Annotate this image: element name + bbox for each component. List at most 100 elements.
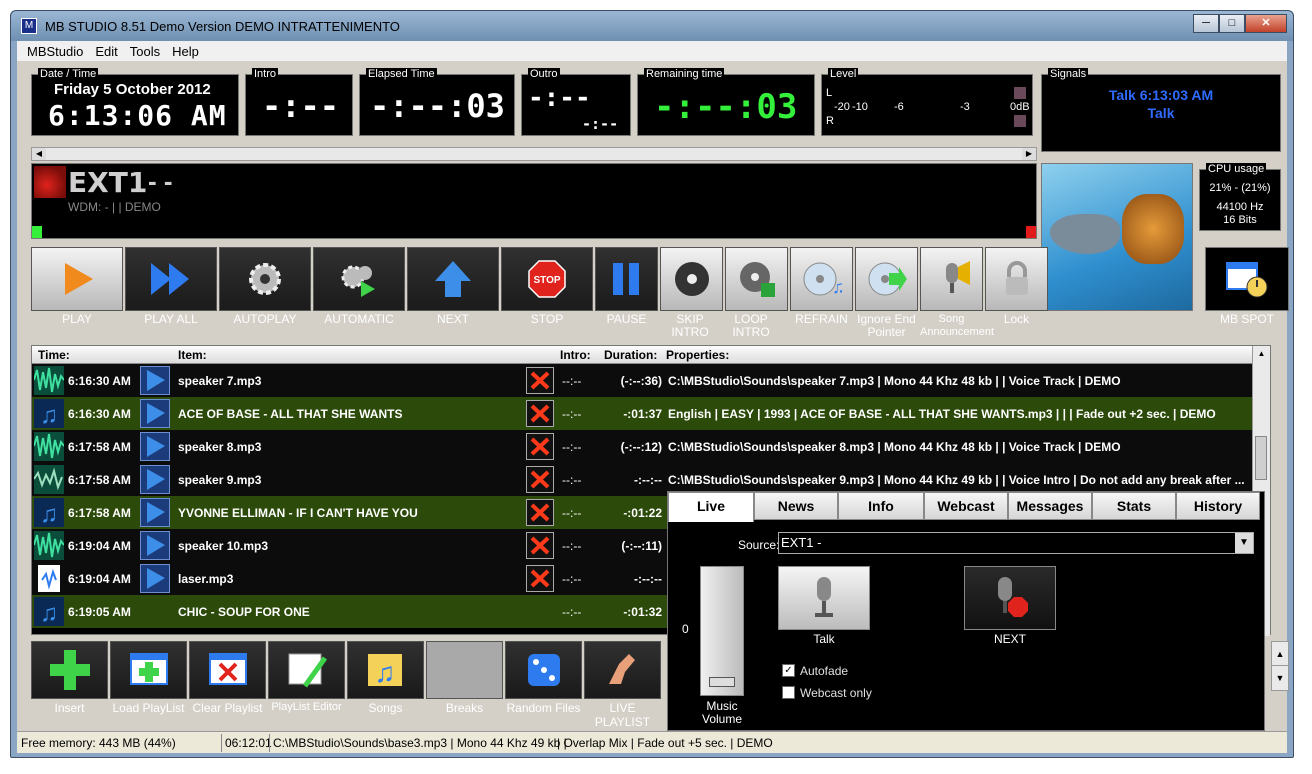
lock-button[interactable]: [985, 247, 1048, 311]
status-time: 06:12:01: [225, 736, 272, 750]
automatic-button[interactable]: [313, 247, 405, 311]
tab-news[interactable]: News: [754, 492, 838, 520]
songs-label: Songs: [368, 701, 403, 715]
next-button[interactable]: [407, 247, 499, 311]
row-play-icon[interactable]: [140, 564, 170, 593]
minimize-button[interactable]: ─: [1193, 14, 1219, 33]
song-announcement-button[interactable]: [920, 247, 983, 311]
svg-text:♫: ♫: [832, 277, 842, 297]
header-item[interactable]: Item:: [178, 348, 207, 362]
tab-info[interactable]: Info: [838, 492, 924, 520]
mb-spot-label: MB SPOT: [1219, 312, 1274, 326]
stop-button[interactable]: STOP: [501, 247, 593, 311]
menu-tools[interactable]: Tools: [124, 41, 166, 61]
play-all-button[interactable]: [125, 247, 217, 311]
table-row[interactable]: ♫ 6:16:30 AM ACE OF BASE - ALL THAT SHE WA…: [32, 397, 1254, 430]
row-play-icon[interactable]: [140, 432, 170, 461]
skip-intro-button[interactable]: [660, 247, 723, 311]
elapsed-display: -:--:03: [370, 87, 505, 125]
talk-button[interactable]: [778, 566, 870, 630]
title-bar[interactable]: M MB STUDIO 8.51 Demo Version DEMO INTRA…: [11, 11, 1293, 41]
row-play-icon[interactable]: [140, 498, 170, 527]
scroll-up-arrow[interactable]: ▲: [1253, 346, 1270, 362]
menu-edit[interactable]: Edit: [89, 41, 123, 61]
cpu-usage: 21% - (21%): [1209, 182, 1271, 194]
pause-button[interactable]: [595, 247, 658, 311]
maximize-button[interactable]: □: [1219, 14, 1245, 33]
tab-live[interactable]: Live: [668, 492, 754, 522]
next-label: NEXT: [436, 312, 469, 326]
table-row[interactable]: 6:16:30 AM speaker 7.mp3 --:-- (-:--:36) C:\…: [32, 364, 1254, 397]
row-delete-icon[interactable]: [526, 499, 554, 526]
tab-messages[interactable]: Messages: [1008, 492, 1092, 520]
menu-help[interactable]: Help: [166, 41, 205, 61]
breaks-button[interactable]: [426, 641, 503, 699]
status-file: C:\MBStudio\Sounds\base3.mp3 | Mono 44 K…: [273, 736, 567, 750]
elapsed-label: Elapsed Time: [366, 68, 437, 80]
scroll-down-arrow[interactable]: ▼: [1272, 666, 1288, 690]
ignore-end-pointer-button[interactable]: [855, 247, 918, 311]
row-duration: (-:--:36): [620, 374, 662, 388]
scroll-up-arrow[interactable]: ▲: [1272, 642, 1288, 666]
row-item: speaker 10.mp3: [178, 539, 269, 553]
row-delete-icon[interactable]: [526, 466, 554, 493]
header-intro[interactable]: Intro:: [560, 348, 591, 362]
autofade-checkbox[interactable]: ✓: [782, 664, 795, 677]
scroll-thumb[interactable]: [1255, 436, 1267, 480]
row-properties: English | EASY | 1993 | ACE OF BASE - AL…: [668, 407, 1216, 421]
insert-button[interactable]: [31, 641, 108, 699]
row-duration: -:01:37: [623, 407, 662, 421]
row-play-icon[interactable]: [140, 399, 170, 428]
clear-playlist-button[interactable]: [189, 641, 266, 699]
row-delete-icon[interactable]: [526, 433, 554, 460]
row-intro: --:--: [562, 407, 582, 421]
wave2-file-icon: [33, 465, 64, 494]
tab-stats[interactable]: Stats: [1092, 492, 1176, 520]
refrain-label: REFRAIN: [795, 312, 848, 326]
nowplaying-title: EXT1: [68, 166, 148, 199]
volume-slider[interactable]: [700, 566, 744, 696]
table-row[interactable]: 6:17:58 AM speaker 8.mp3 --:-- (-:--:12) C:\…: [32, 430, 1254, 463]
header-duration[interactable]: Duration:: [604, 348, 657, 362]
row-play-icon[interactable]: [140, 531, 170, 560]
load-playlist-button[interactable]: [110, 641, 187, 699]
chevron-down-icon[interactable]: ▼: [1235, 533, 1253, 553]
refrain-button[interactable]: ♫: [790, 247, 853, 311]
scroll-right-arrow[interactable]: ▶: [1022, 148, 1036, 160]
header-properties[interactable]: Properties:: [666, 348, 729, 362]
source-select[interactable]: EXT1 - ▼: [778, 532, 1254, 554]
playlist-editor-button[interactable]: [268, 641, 345, 699]
play-button[interactable]: [31, 247, 123, 311]
row-intro: --:--: [562, 374, 582, 388]
live-playlist-button[interactable]: [584, 641, 661, 699]
random-files-button[interactable]: [505, 641, 582, 699]
tab-webcast[interactable]: Webcast: [924, 492, 1008, 520]
row-delete-icon[interactable]: [526, 400, 554, 427]
row-delete-icon[interactable]: [526, 565, 554, 592]
lock-icon: [1005, 261, 1028, 295]
volume-slider-thumb[interactable]: [709, 677, 735, 687]
secondary-scrollbar[interactable]: ▲ ▼: [1271, 641, 1289, 691]
autoplay-button[interactable]: [219, 247, 311, 311]
row-time: 6:19:05 AM: [68, 605, 131, 619]
header-time[interactable]: Time:: [38, 348, 70, 362]
scroll-left-arrow[interactable]: ◀: [32, 148, 46, 160]
mb-spot-button[interactable]: [1205, 247, 1289, 311]
webcast-only-checkbox[interactable]: [782, 686, 795, 699]
client-area: MBStudio Edit Tools Help Date / Time Fri…: [17, 41, 1289, 753]
loop-intro-button[interactable]: [725, 247, 788, 311]
row-delete-icon[interactable]: [526, 367, 554, 394]
tab-history[interactable]: History: [1176, 492, 1260, 520]
horizontal-scrollbar[interactable]: ◀ ▶: [31, 147, 1037, 161]
microphone-icon: [945, 261, 970, 293]
close-button[interactable]: ✕: [1245, 14, 1287, 33]
row-time: 6:19:04 AM: [68, 539, 131, 553]
menu-mbstudio[interactable]: MBStudio: [21, 41, 89, 61]
row-play-icon[interactable]: [140, 465, 170, 494]
row-play-icon[interactable]: [140, 366, 170, 395]
nowplaying-sub: WDM: - | | DEMO: [68, 200, 161, 214]
row-delete-icon[interactable]: [526, 532, 554, 559]
next-live-button[interactable]: [964, 566, 1056, 630]
songs-button[interactable]: ♫: [347, 641, 424, 699]
row-properties: C:\MBStudio\Sounds\speaker 7.mp3 | Mono …: [668, 374, 1121, 388]
